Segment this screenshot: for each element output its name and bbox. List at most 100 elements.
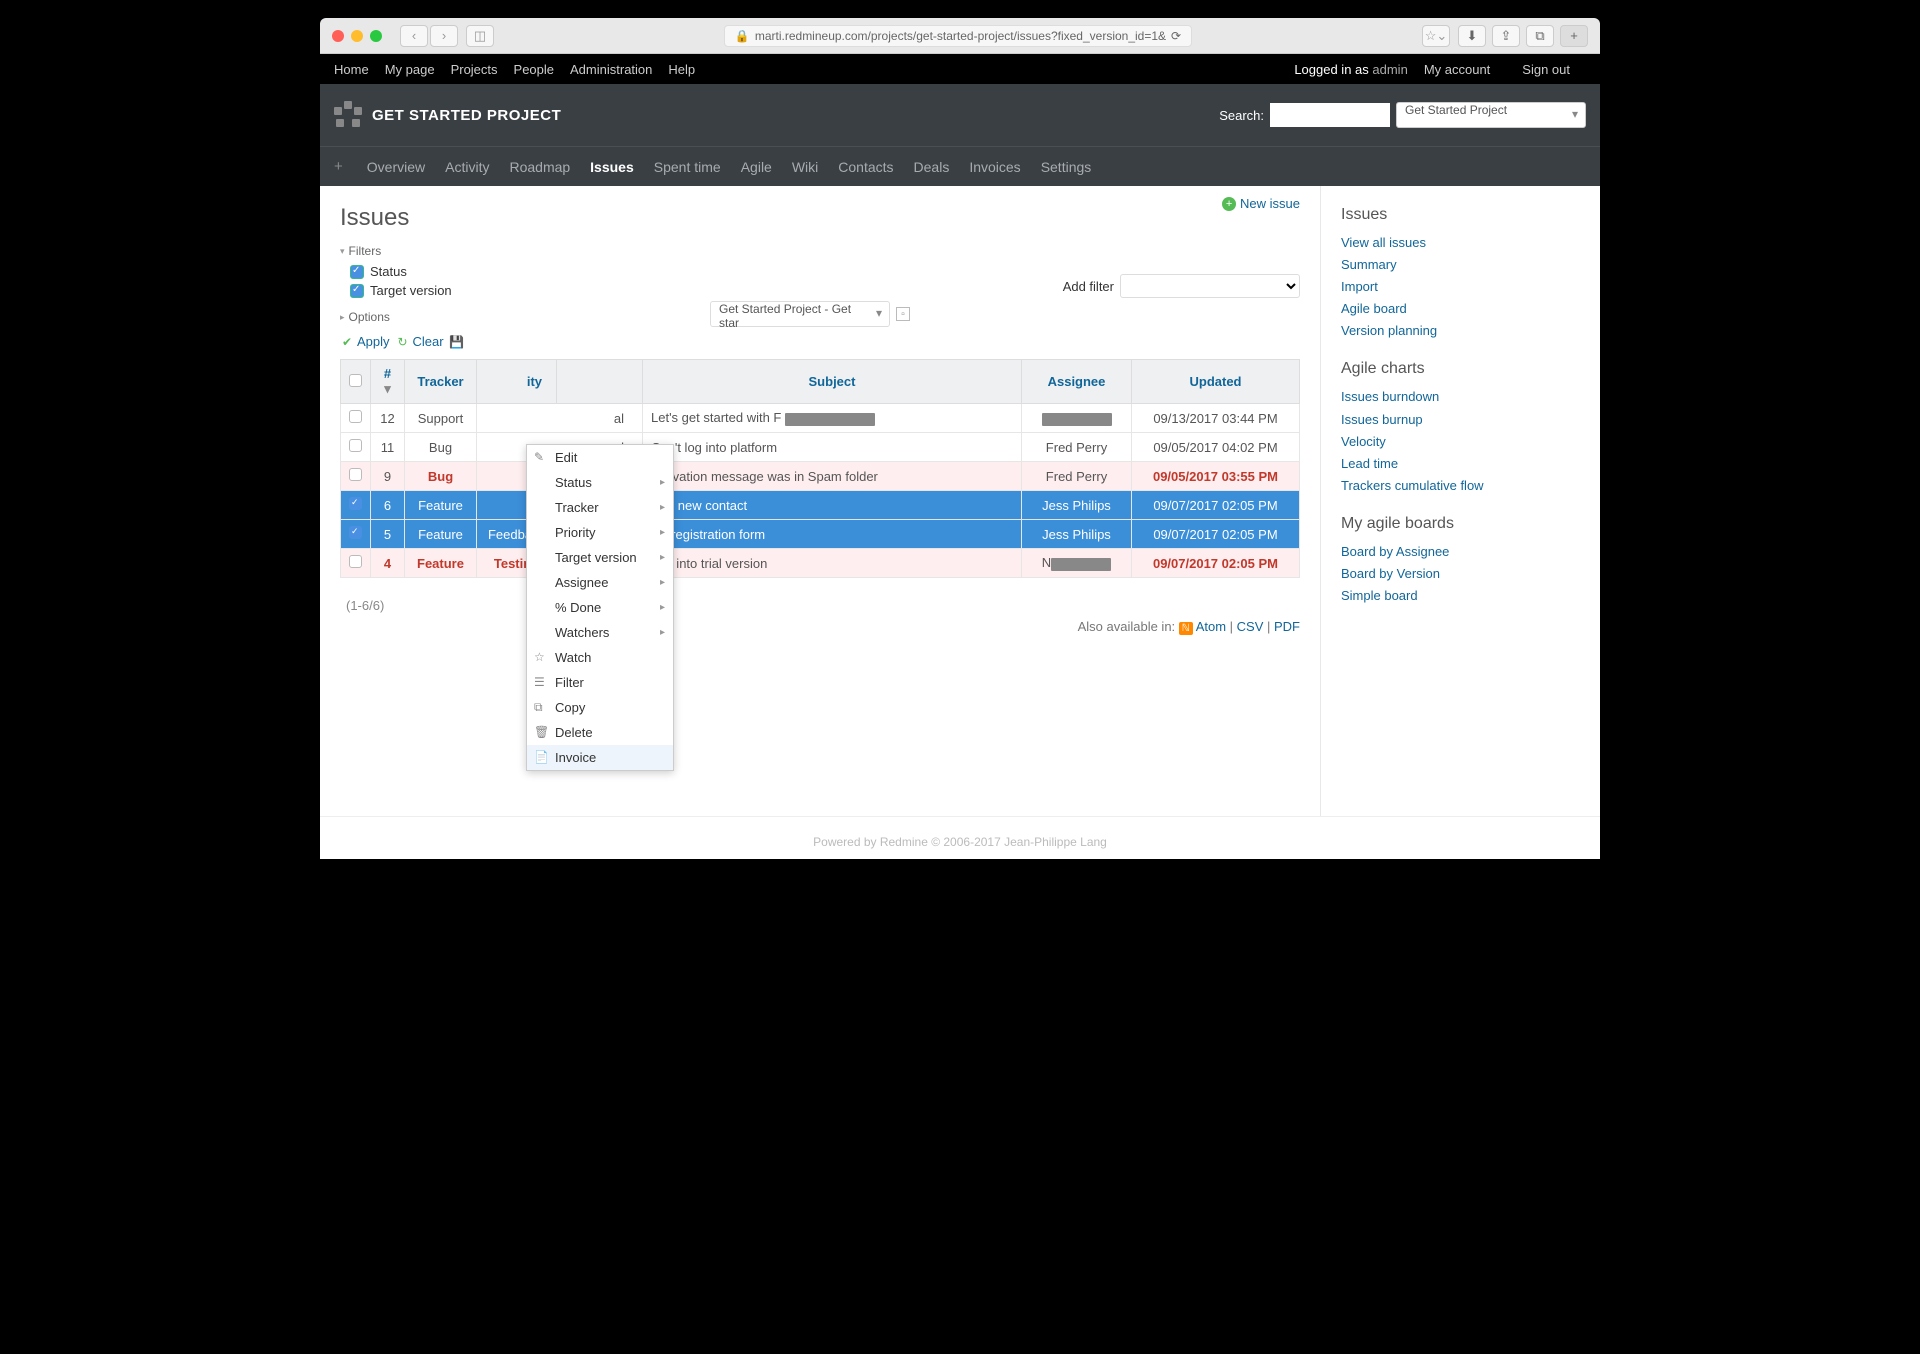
col-status-partial[interactable]: ity [477,360,557,404]
ctx-assignee[interactable]: Assignee [527,570,673,595]
col-assignee[interactable]: Assignee [1022,360,1132,404]
nav-mypage[interactable]: My page [385,62,435,77]
row-checkbox[interactable] [349,468,362,481]
nav-signout[interactable]: Sign out [1522,62,1570,77]
ctx-target[interactable]: Target version [527,545,673,570]
export-pdf[interactable]: PDF [1274,619,1300,634]
sidebar-charts-link-3[interactable]: Lead time [1341,456,1398,471]
sidebar-charts-link-2[interactable]: Velocity [1341,434,1386,449]
footer: Powered by Redmine © 2006-2017 Jean-Phil… [320,816,1600,859]
list-icon: ☰ [534,675,548,689]
sidebar-issues-link-2[interactable]: Import [1341,279,1378,294]
col-tracker[interactable]: Tracker [405,360,477,404]
row-checkbox[interactable] [349,497,362,510]
apply-link[interactable]: ✔Apply [340,334,390,349]
new-tab-icon[interactable]: + [1560,25,1588,47]
table-row[interactable]: 12 Support al Let's get started with F 0… [341,404,1300,433]
sidebar-boards-link-2[interactable]: Simple board [1341,588,1418,603]
sidebar-charts-link-4[interactable]: Trackers cumulative flow [1341,478,1484,493]
sidebar-charts-link-1[interactable]: Issues burnup [1341,412,1423,427]
back-button[interactable]: ‹ [400,25,428,47]
export-atom[interactable]: Atom [1196,619,1226,634]
add-icon[interactable]: + [334,158,343,175]
sidebar-charts-link-0[interactable]: Issues burndown [1341,389,1439,404]
filters-toggle[interactable]: Filters [340,244,1300,258]
ctx-edit[interactable]: ✎Edit [527,445,673,470]
col-id[interactable]: # ▾ [371,360,405,404]
sidebar-boards-link-1[interactable]: Board by Version [1341,566,1440,581]
minimize-window-icon[interactable] [351,30,363,42]
ctx-watchers[interactable]: Watchers [527,620,673,645]
sidebar-issues-link-4[interactable]: Version planning [1341,323,1437,338]
ctx-invoice[interactable]: 📄Invoice [527,745,673,770]
search-label: Search: [1219,108,1264,123]
close-window-icon[interactable] [332,30,344,42]
add-filter-select[interactable] [1120,274,1300,298]
browser-toolbar: ‹ › ◫ 🔒 marti.redmineup.com/projects/get… [320,18,1600,54]
clear-link[interactable]: ↻Clear [396,334,444,349]
tab-issues[interactable]: Issues [590,159,634,175]
row-checkbox[interactable] [349,410,362,423]
nav-admin[interactable]: Administration [570,62,652,77]
tabs-icon[interactable]: ⧉ [1526,25,1554,47]
tab-invoices[interactable]: Invoices [969,159,1020,175]
table-row[interactable]: 9 Bug n Activation message was in Spam f… [341,462,1300,491]
row-checkbox[interactable] [349,439,362,452]
filter-target-checkbox[interactable] [350,284,364,298]
tab-agile[interactable]: Agile [741,159,772,175]
tab-spent[interactable]: Spent time [654,159,721,175]
table-row[interactable]: 6 Feature al Add new contact Jess Philip… [341,491,1300,520]
ctx-tracker[interactable]: Tracker [527,495,673,520]
new-issue-link[interactable]: + New issue [1222,196,1300,211]
tab-wiki[interactable]: Wiki [792,159,818,175]
ctx-watch[interactable]: ☆Watch [527,645,673,670]
version-filter-remove-icon[interactable]: ▫ [896,307,910,321]
nav-projects[interactable]: Projects [451,62,498,77]
reader-button[interactable]: ☆⌄ [1422,25,1450,47]
col-checkbox[interactable] [341,360,371,404]
col-priority[interactable] [557,360,643,404]
table-row[interactable]: 11 Bug al Can't log into platform Fred P… [341,433,1300,462]
copy-icon: ⧉ [534,700,548,715]
ctx-done[interactable]: % Done [527,595,673,620]
row-checkbox[interactable] [349,555,362,568]
ctx-copy[interactable]: ⧉Copy [527,695,673,720]
nav-people[interactable]: People [514,62,554,77]
address-bar[interactable]: 🔒 marti.redmineup.com/projects/get-start… [724,25,1192,47]
zoom-window-icon[interactable] [370,30,382,42]
version-filter-select[interactable]: Get Started Project - Get star [710,301,890,327]
filter-status-checkbox[interactable] [350,265,364,279]
forward-button[interactable]: › [430,25,458,47]
sidebar-issues-link-3[interactable]: Agile board [1341,301,1407,316]
share-icon[interactable]: ⇪ [1492,25,1520,47]
tab-activity[interactable]: Activity [445,159,489,175]
tab-deals[interactable]: Deals [914,159,950,175]
sidebar-issues-link-0[interactable]: View all issues [1341,235,1426,250]
table-row[interactable]: 5 Feature Feedback Normal Fill registrat… [341,520,1300,549]
trash-icon: 🗑 [534,725,548,739]
save-link[interactable]: 💾 [450,335,464,349]
project-selector[interactable]: Get Started Project [1396,102,1586,128]
nav-help[interactable]: Help [668,62,695,77]
reload-icon[interactable]: ⟳ [1171,29,1181,43]
export-csv[interactable]: CSV [1237,619,1264,634]
ctx-status[interactable]: Status [527,470,673,495]
sidebar-issues-link-1[interactable]: Summary [1341,257,1397,272]
tab-overview[interactable]: Overview [367,159,425,175]
nav-account[interactable]: My account [1424,62,1490,77]
col-subject[interactable]: Subject [643,360,1022,404]
table-row[interactable]: 4 Feature Testing Immediate Log into tri… [341,549,1300,578]
col-updated[interactable]: Updated [1132,360,1300,404]
tab-roadmap[interactable]: Roadmap [509,159,570,175]
ctx-priority[interactable]: Priority [527,520,673,545]
tab-contacts[interactable]: Contacts [838,159,893,175]
ctx-filter[interactable]: ☰Filter [527,670,673,695]
ctx-delete[interactable]: 🗑Delete [527,720,673,745]
sidebar-boards-link-0[interactable]: Board by Assignee [1341,544,1449,559]
search-input[interactable] [1270,103,1390,127]
tab-settings[interactable]: Settings [1041,159,1092,175]
downloads-icon[interactable]: ⬇ [1458,25,1486,47]
sidebar-toggle-icon[interactable]: ◫ [466,25,494,47]
row-checkbox[interactable] [349,526,362,539]
nav-home[interactable]: Home [334,62,369,77]
